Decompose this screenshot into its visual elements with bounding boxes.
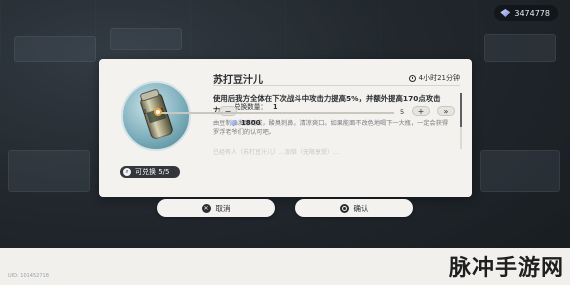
time-remaining-text: 4小时21分钟: [418, 74, 460, 82]
title-divider: [213, 85, 460, 86]
quantity-slider[interactable]: [158, 112, 394, 114]
confirm-icon: [339, 203, 349, 213]
increase-button[interactable]: +: [412, 106, 430, 116]
confirm-button[interactable]: 确认: [295, 199, 413, 217]
confirm-label: 确认: [353, 203, 369, 213]
close-icon: ✕: [201, 203, 211, 213]
cancel-label: 取消: [215, 203, 231, 213]
cost-amount: 1800: [241, 119, 261, 127]
quantity-max: 5: [400, 108, 405, 116]
slider-handle[interactable]: [154, 108, 162, 116]
currency-amount: 3474778: [514, 8, 550, 18]
description-scrollbar[interactable]: [460, 93, 462, 149]
item-portrait: [121, 81, 191, 151]
currency-display: 3474778: [494, 5, 558, 21]
quantity-value: 1: [272, 103, 278, 111]
item-title: 苏打豆汁儿: [213, 75, 263, 86]
search-icon: ⌕: [123, 168, 131, 176]
scrollbar-thumb[interactable]: [460, 93, 462, 127]
decrease-button[interactable]: −: [219, 106, 237, 116]
redeem-count-badge: ⌕ 可兑换 5/5: [120, 166, 180, 178]
redeem-count-text: 可兑换 5/5: [135, 168, 170, 176]
clock-icon: [408, 74, 416, 82]
user-id: UID: 101452718: [8, 273, 49, 279]
max-quantity-button[interactable]: »: [437, 106, 455, 116]
quantity-label: 兑换数量： 1: [234, 101, 278, 111]
faded-text: 已经有人（苏打豆汁儿）…加倍（无限享受）…: [213, 149, 340, 156]
gem-icon: [229, 119, 238, 127]
time-remaining: 4小时21分钟: [408, 73, 460, 83]
exchange-cost: 1800: [229, 119, 260, 127]
watermark: 脉冲手游网: [448, 256, 564, 281]
quantity-label-text: 兑换数量：: [234, 103, 267, 111]
cancel-button[interactable]: ✕ 取消: [157, 199, 275, 217]
exchange-dialog: ⌕ 可兑换 5/5 苏打豆汁儿 4小时21分钟 使用后我方全体在下次战斗中攻击力…: [99, 59, 472, 197]
gem-icon: [500, 9, 511, 17]
quantity-min: 1: [143, 108, 148, 116]
